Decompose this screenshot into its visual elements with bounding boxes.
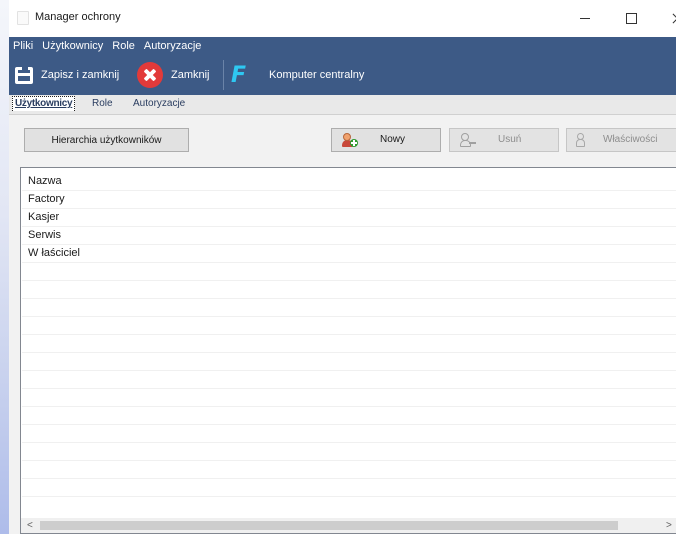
menu-users[interactable]: Użytkownicy: [38, 40, 108, 52]
empty-list-row: [22, 299, 676, 317]
central-computer-icon: F: [231, 62, 247, 88]
empty-list-row: [22, 479, 676, 497]
list-header: Nazwa: [22, 173, 676, 191]
empty-list-row: [22, 371, 676, 389]
add-user-icon: [342, 133, 358, 148]
users-list[interactable]: Nazwa Factory Kasjer Serwis W łaściciel …: [20, 167, 676, 534]
properties-button[interactable]: Właściwości: [566, 128, 676, 152]
save-icon: [15, 66, 33, 84]
security-manager-window: Manager ochrony Pliki Użytkownicy Role A…: [9, 0, 676, 534]
list-item[interactable]: W łaściciel: [22, 245, 676, 263]
minimize-button[interactable]: [562, 0, 608, 37]
maximize-button[interactable]: [608, 0, 654, 37]
empty-list-row: [22, 407, 676, 425]
toolbar: Zapisz i zamknij Zamknij F Komputer cent…: [9, 55, 676, 95]
central-computer-label: Komputer centralny: [269, 69, 365, 81]
menu-file[interactable]: Pliki: [9, 40, 38, 52]
horizontal-scrollbar[interactable]: < >: [21, 518, 676, 533]
user-hierarchy-button[interactable]: Hierarchia użytkowników: [24, 128, 189, 152]
tab-users[interactable]: Użytkownicy: [12, 96, 76, 111]
central-computer-button[interactable]: F Komputer centralny: [231, 55, 364, 95]
empty-list-row: [22, 389, 676, 407]
save-and-close-button[interactable]: Zapisz i zamknij: [13, 55, 119, 95]
app-icon: [17, 11, 29, 25]
delete-user-button[interactable]: Usuń: [449, 128, 559, 152]
empty-list-row: [22, 263, 676, 281]
scroll-left-icon[interactable]: <: [27, 520, 33, 531]
list-item[interactable]: Kasjer: [22, 209, 676, 227]
empty-list-row: [22, 281, 676, 299]
user-hierarchy-label: Hierarchia użytkowników: [51, 134, 162, 146]
menu-bar: Pliki Użytkownicy Role Autoryzacje: [9, 37, 676, 55]
menu-roles[interactable]: Role: [108, 40, 140, 52]
list-item[interactable]: Serwis: [22, 227, 676, 245]
new-user-label: Nowy: [380, 134, 406, 145]
window-title: Manager ochrony: [35, 11, 121, 23]
toolbar-separator: [223, 60, 224, 90]
remove-user-icon: [460, 133, 476, 148]
users-panel: Hierarchia użytkowników Nowy Usuń Właści…: [9, 115, 676, 534]
empty-list-row: [22, 317, 676, 335]
empty-list-row: [22, 443, 676, 461]
tab-roles[interactable]: Role: [92, 98, 113, 109]
save-and-close-label: Zapisz i zamknij: [41, 69, 120, 81]
list-item[interactable]: Factory: [22, 191, 676, 209]
empty-list-row: [22, 335, 676, 353]
close-window-button[interactable]: [654, 0, 676, 37]
close-button[interactable]: Zamknij: [137, 55, 210, 95]
close-icon: [137, 62, 163, 88]
title-bar: Manager ochrony: [9, 0, 676, 37]
empty-list-row: [22, 353, 676, 371]
new-user-button[interactable]: Nowy: [331, 128, 441, 152]
empty-list-row: [22, 461, 676, 479]
close-label: Zamknij: [171, 69, 210, 81]
properties-label: Właściwości: [603, 134, 658, 145]
tab-authorizations[interactable]: Autoryzacje: [133, 98, 185, 109]
scrollbar-thumb[interactable]: [40, 521, 618, 530]
scroll-right-icon[interactable]: >: [666, 520, 672, 531]
delete-user-label: Usuń: [498, 134, 522, 145]
desktop-background: [0, 0, 9, 534]
user-properties-icon: [573, 133, 589, 148]
menu-authorizations[interactable]: Autoryzacje: [140, 40, 206, 52]
empty-list-row: [22, 425, 676, 443]
tab-strip: Użytkownicy Role Autoryzacje: [9, 95, 676, 115]
